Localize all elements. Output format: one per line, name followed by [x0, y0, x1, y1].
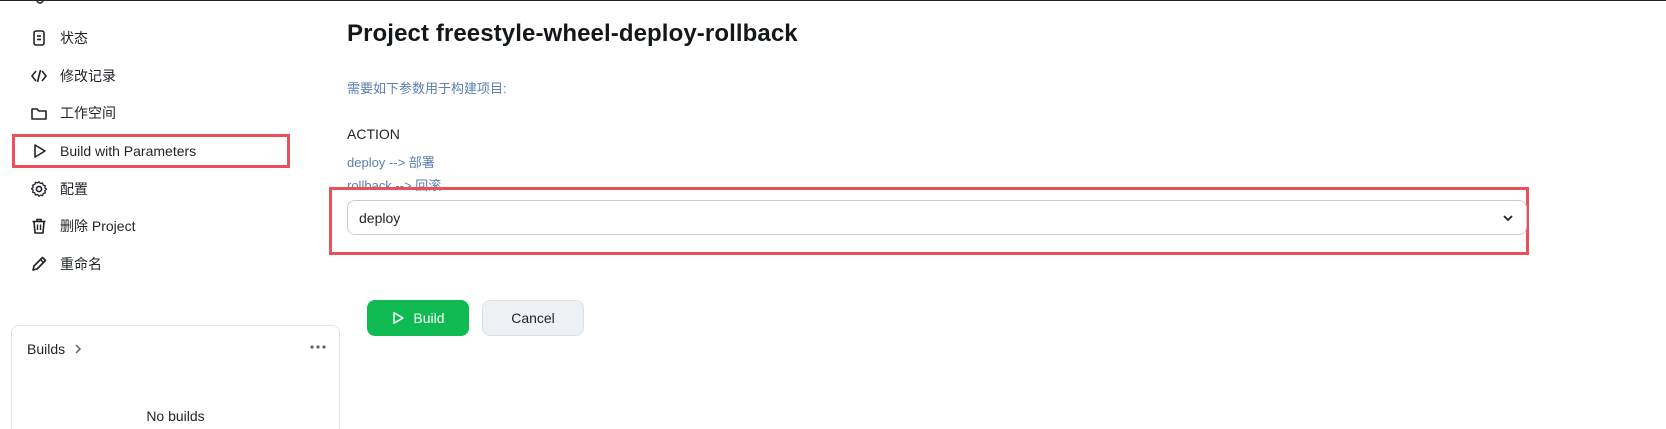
folder-icon — [30, 104, 48, 122]
sidebar-item-workspace[interactable]: 工作空间 — [14, 98, 288, 128]
sidebar-item-label: 配置 — [60, 181, 88, 197]
chevron-down-icon — [1503, 215, 1513, 222]
sidebar-item-label: 修改记录 — [60, 68, 116, 84]
parameters-intro: 需要如下参数用于构建项目: — [347, 81, 507, 96]
pencil-icon — [30, 255, 48, 273]
play-icon — [30, 142, 48, 160]
builds-card: Builds No builds — [11, 325, 340, 429]
document-icon — [30, 29, 48, 47]
trash-icon — [30, 217, 48, 235]
build-button[interactable]: Build — [367, 300, 469, 336]
sidebar-item-label: 删除 Project — [60, 218, 136, 234]
play-icon — [393, 312, 405, 324]
sidebar-item-delete-project[interactable]: 删除 Project — [14, 211, 288, 241]
action-select-value: deploy — [359, 209, 401, 226]
sidebar-item-label: Build with Parameters — [60, 143, 197, 159]
build-button-label: Build — [413, 310, 445, 326]
sidebar-item-changes[interactable]: 修改记录 — [14, 61, 288, 91]
sidebar-item-status[interactable]: 状态 — [14, 23, 288, 53]
builds-title: Builds — [27, 341, 66, 357]
builds-link[interactable]: Builds — [27, 341, 83, 357]
cancel-button[interactable]: Cancel — [482, 300, 584, 336]
no-builds-message: No builds — [146, 408, 205, 424]
chevron-right-icon — [75, 344, 82, 354]
sidebar-item-rename[interactable]: 重命名 — [14, 249, 288, 279]
sidebar: 状态 修改记录 工作空间 Build with Parameters 配置 删除… — [0, 0, 340, 429]
sidebar-item-build-with-parameters[interactable]: Build with Parameters — [12, 134, 290, 168]
more-options-icon[interactable] — [309, 342, 327, 352]
parameter-description-line: deploy --> 部署 — [347, 155, 435, 170]
action-select[interactable]: deploy — [347, 200, 1527, 235]
sidebar-item-configure[interactable]: 配置 — [14, 174, 288, 204]
sidebar-item-label: 工作空间 — [60, 105, 116, 121]
parameter-name: ACTION — [347, 126, 400, 142]
sidebar-item-label: 状态 — [60, 30, 88, 46]
sidebar-item-label: 重命名 — [60, 256, 102, 272]
page-title: Project freestyle-wheel-deploy-rollback — [347, 20, 798, 47]
partial-icon — [32, 0, 44, 4]
code-icon — [30, 67, 48, 85]
gear-icon — [30, 180, 48, 198]
cancel-button-label: Cancel — [511, 310, 555, 326]
